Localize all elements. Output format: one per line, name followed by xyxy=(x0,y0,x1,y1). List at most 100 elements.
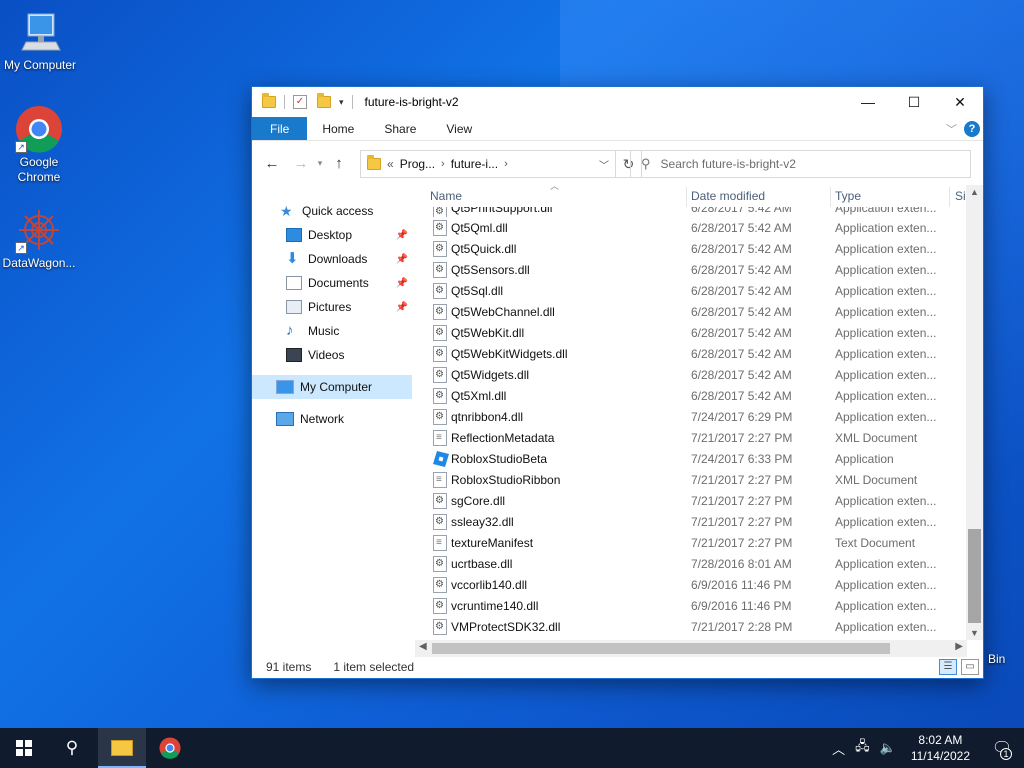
nav-label: Music xyxy=(308,324,340,338)
scroll-up-arrow[interactable]: ▲ xyxy=(966,187,983,197)
dll-icon xyxy=(433,219,447,236)
chevron-right-icon[interactable]: › xyxy=(504,158,508,170)
horizontal-scrollbar[interactable]: ◀ ▶ xyxy=(415,640,967,657)
file-row[interactable]: RobloxStudioBeta 7/24/2017 6:33 PM Applica… xyxy=(420,448,984,469)
file-row[interactable]: qtnribbon4.dll 7/24/2017 6:29 PM Applicati… xyxy=(420,406,984,427)
column-header-name[interactable]: Name xyxy=(430,189,462,203)
minimize-button[interactable]: — xyxy=(845,87,891,117)
nav-downloads[interactable]: ⬇ Downloads 📌 xyxy=(252,247,412,271)
clock[interactable]: 8:02 AM 11/14/2022 xyxy=(911,732,970,764)
nav-desktop[interactable]: Desktop 📌 xyxy=(252,223,412,247)
search-input[interactable]: ⚲ Search future-is-bright-v2 xyxy=(630,150,971,178)
tab-file[interactable]: File xyxy=(252,117,308,140)
column-header-type[interactable]: Type xyxy=(835,189,861,203)
file-date-modified: 7/21/2017 2:28 PM xyxy=(691,619,793,634)
breadcrumb-program-files[interactable]: Prog... xyxy=(400,157,435,171)
xml-icon xyxy=(433,429,447,446)
desktop-icon-my-computer[interactable]: My Computer xyxy=(0,8,80,73)
file-date-modified: 6/28/2017 5:42 AM xyxy=(691,207,792,215)
file-row[interactable]: sgCore.dll 7/21/2017 2:27 PM Application e… xyxy=(420,490,984,511)
show-hidden-icons-icon[interactable]: ︿ xyxy=(832,739,845,758)
nav-pictures[interactable]: Pictures 📌 xyxy=(252,295,412,319)
maximize-button[interactable]: ☐ xyxy=(891,87,937,117)
file-row[interactable]: Qt5WebChannel.dll 6/28/2017 5:42 AM Applic… xyxy=(420,301,984,322)
navigation-pane: ★ Quick access Desktop 📌 ⬇ Downloads 📌 D… xyxy=(252,185,412,640)
file-row[interactable]: ReflectionMetadata 7/21/2017 2:27 PM XML D… xyxy=(420,427,984,448)
column-header-size[interactable]: Si xyxy=(955,189,966,203)
taskbar-file-explorer[interactable] xyxy=(98,728,146,768)
scroll-down-arrow[interactable]: ▼ xyxy=(966,628,983,638)
nav-quick-access[interactable]: ★ Quick access xyxy=(252,199,412,223)
start-button[interactable] xyxy=(0,728,48,768)
file-row[interactable]: vccorlib140.dll 6/9/2016 11:46 PM Applicat… xyxy=(420,574,984,595)
up-button[interactable]: ↑ xyxy=(327,155,351,172)
address-overflow[interactable]: « xyxy=(387,157,394,171)
file-row[interactable]: Qt5WebKit.dll 6/28/2017 5:42 AM Applicatio… xyxy=(420,322,984,343)
tab-view[interactable]: View xyxy=(431,117,487,140)
desktop-icon-google-chrome[interactable]: ↗ Google Chrome xyxy=(0,105,79,185)
file-date-modified: 6/28/2017 5:42 AM xyxy=(691,241,792,256)
file-row[interactable]: Qt5Qml.dll 6/28/2017 5:42 AM Application e… xyxy=(420,217,984,238)
file-row[interactable]: vcruntime140.dll 6/9/2016 11:46 PM Applica… xyxy=(420,595,984,616)
dll-icon xyxy=(433,408,447,425)
file-row[interactable]: Qt5WebKitWidgets.dll 6/28/2017 5:42 AM App… xyxy=(420,343,984,364)
title-bar[interactable]: ✓ ▾ future-is-bright-v2 — ☐ ✕ xyxy=(252,87,983,117)
customize-quick-access-icon[interactable]: ▾ xyxy=(339,97,344,108)
nav-my-computer[interactable]: My Computer xyxy=(252,375,412,399)
scroll-right-arrow[interactable]: ▶ xyxy=(955,641,963,652)
address-bar[interactable]: « Prog... › future-i... › ﹀ xyxy=(360,150,616,178)
file-row[interactable]: Qt5Quick.dll 6/28/2017 5:42 AM Application… xyxy=(420,238,984,259)
vertical-scroll-thumb[interactable] xyxy=(968,529,981,623)
recycle-bin-label[interactable]: Bin xyxy=(988,652,1005,666)
network-icon[interactable]: 🖧 xyxy=(855,737,870,759)
forward-button[interactable]: → xyxy=(289,155,313,172)
nav-music[interactable]: ♪ Music xyxy=(252,319,412,343)
file-explorer-window: ✓ ▾ future-is-bright-v2 — ☐ ✕ File Home … xyxy=(251,86,984,679)
desktop-icon-datawagon[interactable]: ↗ DataWagon... xyxy=(0,206,79,271)
dll-icon xyxy=(433,324,447,341)
nav-label: Network xyxy=(300,412,345,426)
file-row[interactable]: textureManifest 7/21/2017 2:27 PM Text Doc… xyxy=(420,532,984,553)
large-icons-view-icon[interactable]: ▭ xyxy=(961,659,979,675)
back-button[interactable]: ← xyxy=(260,155,284,172)
expand-ribbon-icon[interactable]: ﹀ xyxy=(946,121,957,137)
tab-share[interactable]: Share xyxy=(369,117,431,140)
details-view-icon[interactable]: ☰ xyxy=(939,659,957,675)
nav-documents[interactable]: Documents 📌 xyxy=(252,271,412,295)
new-folder-icon[interactable] xyxy=(317,93,331,108)
file-name: vcruntime140.dll xyxy=(451,598,539,613)
windows-icon xyxy=(16,740,32,756)
file-name: ssleay32.dll xyxy=(451,514,514,529)
breadcrumb-future-is-bright[interactable]: future-i... xyxy=(451,157,498,171)
nav-videos[interactable]: Videos xyxy=(252,343,412,367)
nav-network[interactable]: Network xyxy=(252,407,412,431)
vertical-scrollbar[interactable]: ▲ ▼ xyxy=(966,185,983,640)
taskbar-chrome[interactable] xyxy=(146,728,194,768)
chevron-right-icon[interactable]: › xyxy=(441,158,445,170)
tab-home[interactable]: Home xyxy=(307,117,369,140)
file-date-modified: 6/28/2017 5:42 AM xyxy=(691,283,792,298)
file-row[interactable]: RobloxStudioRibbon 7/21/2017 2:27 PM XML D… xyxy=(420,469,984,490)
search-button[interactable]: ⚲ xyxy=(48,728,96,768)
action-center-button[interactable]: 🗨 1 xyxy=(980,728,1024,768)
nav-label: Downloads xyxy=(308,252,368,266)
file-row[interactable]: Qt5Widgets.dll 6/28/2017 5:42 AM Applicati… xyxy=(420,364,984,385)
column-header-date-modified[interactable]: Date modified xyxy=(691,189,765,203)
file-row[interactable]: ucrtbase.dll 7/28/2016 8:01 AM Application… xyxy=(420,553,984,574)
file-row[interactable]: Qt5PrintSupport.dll 6/28/2017 5:42 AM Appl… xyxy=(420,207,984,217)
properties-icon[interactable]: ✓ xyxy=(293,95,307,109)
close-button[interactable]: ✕ xyxy=(937,87,983,117)
horizontal-scroll-thumb[interactable] xyxy=(432,643,890,654)
file-row[interactable]: ssleay32.dll 7/21/2017 2:27 PM Application… xyxy=(420,511,984,532)
file-type: XML Document xyxy=(835,430,918,445)
help-icon[interactable]: ? xyxy=(964,121,980,137)
file-row[interactable]: VMProtectSDK32.dll 7/21/2017 2:28 PM Appli… xyxy=(420,616,984,637)
dll-icon xyxy=(433,555,447,572)
file-row[interactable]: Qt5Sensors.dll 6/28/2017 5:42 AM Applicati… xyxy=(420,259,984,280)
recent-locations-icon[interactable]: ▾ xyxy=(313,158,327,169)
volume-icon[interactable]: 🔈 xyxy=(880,740,896,756)
file-row[interactable]: Qt5Xml.dll 6/28/2017 5:42 AM Application e… xyxy=(420,385,984,406)
scroll-left-arrow[interactable]: ◀ xyxy=(419,641,427,652)
chevron-down-icon[interactable]: ﹀ xyxy=(599,157,609,172)
file-row[interactable]: Qt5Sql.dll 6/28/2017 5:42 AM Application e… xyxy=(420,280,984,301)
